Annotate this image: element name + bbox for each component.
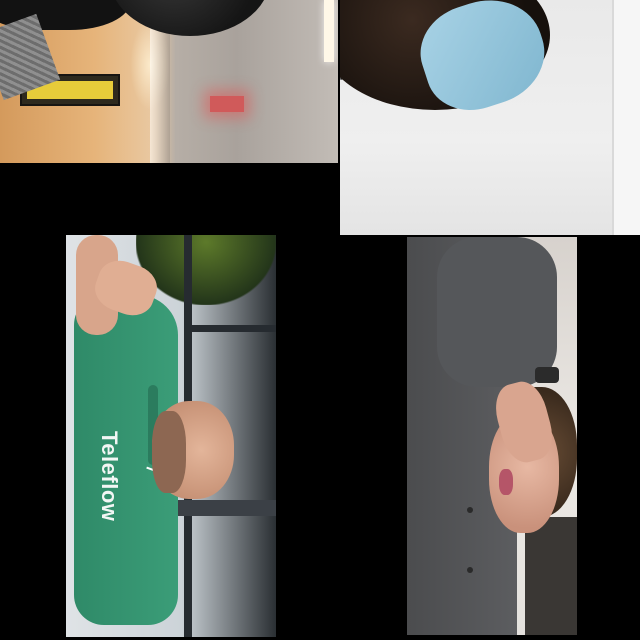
video-tile-masked-participant[interactable] bbox=[340, 0, 640, 235]
video-tile-green-shirt-participant[interactable]: Teleflow bbox=[66, 235, 276, 637]
ceiling-light-strip bbox=[324, 0, 334, 62]
video-tile-hallway[interactable] bbox=[0, 0, 338, 163]
exit-sign bbox=[210, 96, 244, 112]
participant-lips bbox=[499, 469, 513, 495]
window-frame-top bbox=[186, 325, 276, 332]
door-frame bbox=[612, 0, 640, 235]
wristwatch bbox=[535, 367, 559, 383]
background-shelf bbox=[525, 517, 577, 635]
raised-arm bbox=[437, 237, 557, 387]
shirt-button bbox=[467, 567, 473, 573]
background-plant bbox=[136, 235, 276, 305]
participant-beard bbox=[152, 411, 186, 493]
shirt-button bbox=[467, 507, 473, 513]
video-tile-gray-shirt-participant[interactable] bbox=[407, 237, 577, 635]
shirt-logo-text: Teleflow bbox=[97, 431, 122, 522]
